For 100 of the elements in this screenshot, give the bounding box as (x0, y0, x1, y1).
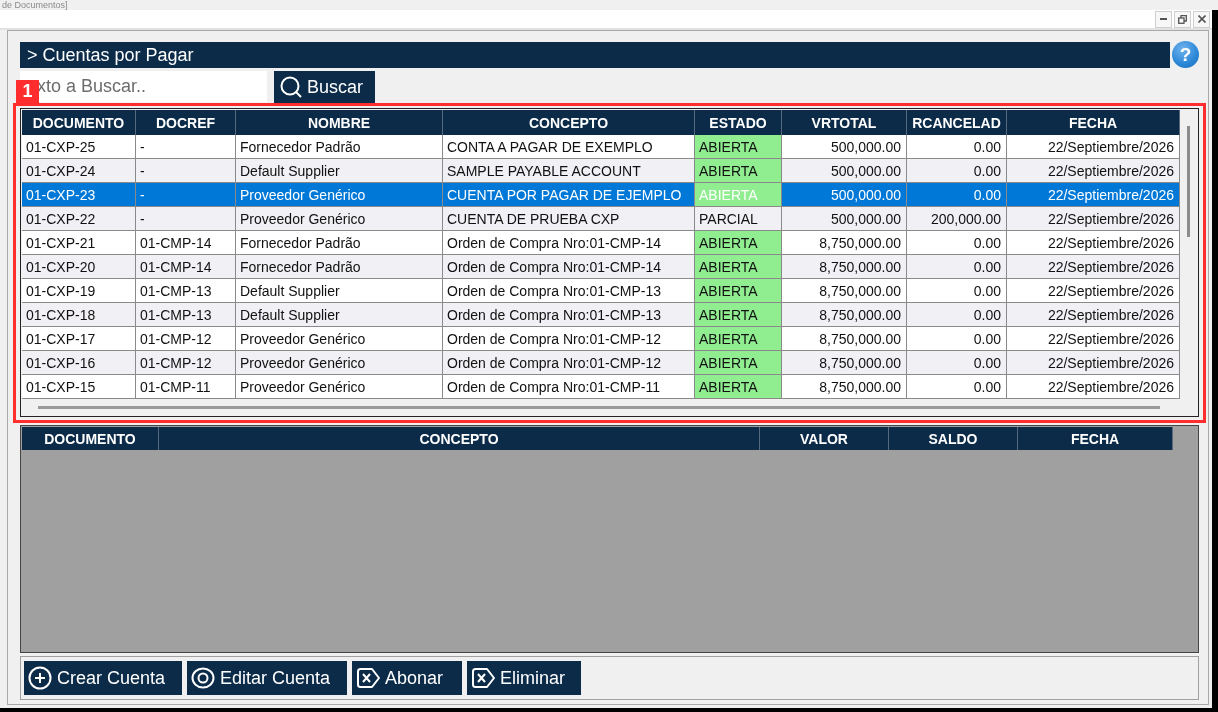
table-cell: Default Supplier (236, 159, 443, 182)
column-header[interactable]: SALDO (889, 427, 1018, 450)
table-cell: Default Supplier (236, 303, 443, 326)
column-header[interactable]: FECHA (1018, 427, 1173, 450)
table-cell: - (136, 183, 236, 206)
table-cell: 0.00 (907, 135, 1007, 158)
table-cell: 01-CXP-18 (22, 303, 136, 326)
table-cell: 0.00 (907, 351, 1007, 374)
table-cell: Proveedor Genérico (236, 327, 443, 350)
scrollbar-thumb[interactable] (1187, 126, 1190, 237)
table-row[interactable]: 01-CXP-24 - Default Supplier SAMPLE PAYABLE ACCOUNT ABIERTA 500,000.00 0.00 22/Septiembre/2026 (22, 159, 1180, 183)
plus-circle-icon (28, 666, 52, 690)
table-cell: 500,000.00 (782, 159, 907, 182)
table-cell: Default Supplier (236, 279, 443, 302)
table-cell: 8,750,000.00 (782, 255, 907, 278)
table-row[interactable]: 01-CXP-20 01-CMP-14 Fornecedor Padrão Orden de Compra Nro:01-CMP-14 ABIERTA 8,750,000.00 0.00 22/Septiembre/2026 (22, 255, 1180, 279)
status-cell: ABIERTA (695, 255, 782, 278)
table-cell: Fornecedor Padrão (236, 135, 443, 158)
table-row[interactable]: 01-CXP-22 - Proveedor Genérico CUENTA DE PRUEBA CXP PARCIAL 500,000.00 200,000.00 22/Septiembre/2026 (22, 207, 1180, 231)
status-cell: ABIERTA (695, 327, 782, 350)
status-cell: PARCIAL (695, 207, 782, 230)
column-header[interactable]: VALOR (760, 427, 889, 450)
table-cell: 500,000.00 (782, 135, 907, 158)
table-cell: - (136, 159, 236, 182)
table-row[interactable]: 01-CXP-25 - Fornecedor Padrão CONTA A PAGAR DE EXEMPLO ABIERTA 500,000.00 0.00 22/Septiembre/2026 (22, 135, 1180, 159)
table-cell: 01-CXP-22 (22, 207, 136, 230)
status-cell: ABIERTA (695, 303, 782, 326)
table-cell: 01-CMP-14 (136, 255, 236, 278)
search-button[interactable]: Buscar (274, 71, 375, 103)
action-button[interactable]: Eliminar (467, 661, 581, 695)
table-row[interactable]: 01-CXP-18 01-CMP-13 Default Supplier Orden de Compra Nro:01-CMP-13 ABIERTA 8,750,000.00 0.00 22/Septiembre/2026 (22, 303, 1180, 327)
table-row[interactable]: 01-CXP-17 01-CMP-12 Proveedor Genérico Orden de Compra Nro:01-CMP-12 ABIERTA 8,750,000.00 0.00 22/Septiembre/2026 (22, 327, 1180, 351)
table-cell: Proveedor Genérico (236, 207, 443, 230)
table-cell: 01-CXP-23 (22, 183, 136, 206)
restore-button[interactable] (1174, 10, 1191, 28)
restore-icon (1178, 14, 1187, 24)
table-cell: 01-CXP-15 (22, 375, 136, 398)
table-cell: CUENTA DE PRUEBA CXP (443, 207, 695, 230)
action-button[interactable]: Crear Cuenta (24, 661, 182, 695)
table-cell: 8,750,000.00 (782, 351, 907, 374)
table-cell: 500,000.00 (782, 207, 907, 230)
table-cell: 01-CMP-13 (136, 279, 236, 302)
table-row[interactable]: 01-CXP-19 01-CMP-13 Default Supplier Orden de Compra Nro:01-CMP-13 ABIERTA 8,750,000.00 0.00 22/Septiembre/2026 (22, 279, 1180, 303)
table-cell: 8,750,000.00 (782, 327, 907, 350)
table-cell: 01-CXP-21 (22, 231, 136, 254)
table-cell: 0.00 (907, 231, 1007, 254)
close-button[interactable] (1193, 10, 1210, 28)
table-cell: Fornecedor Padrão (236, 231, 443, 254)
table-cell: 0.00 (907, 375, 1007, 398)
callout-badge: 1 (16, 80, 39, 103)
status-cell: ABIERTA (695, 135, 782, 158)
table-cell: 01-CXP-17 (22, 327, 136, 350)
table-cell: 8,750,000.00 (782, 231, 907, 254)
table-cell: 200,000.00 (907, 207, 1007, 230)
table-cell: 500,000.00 (782, 183, 907, 206)
table-cell: 01-CXP-16 (22, 351, 136, 374)
table-cell: 0.00 (907, 327, 1007, 350)
column-header[interactable]: DOCUMENTO (22, 427, 159, 450)
table-cell: 01-CMP-11 (136, 375, 236, 398)
x-tag-icon (471, 668, 495, 688)
close-icon (1197, 15, 1206, 23)
status-cell: ABIERTA (695, 159, 782, 182)
table-cell: 01-CXP-19 (22, 279, 136, 302)
table-cell: - (136, 207, 236, 230)
search-icon (280, 76, 302, 98)
action-button[interactable]: Editar Cuenta (187, 661, 347, 695)
table-row[interactable]: 01-CXP-15 01-CMP-11 Proveedor Genérico Orden de Compra Nro:01-CMP-11 ABIERTA 8,750,000.00 0.00 22/Septiembre/2026 (22, 375, 1180, 399)
table-cell: 01-CMP-12 (136, 351, 236, 374)
table-cell: 01-CXP-20 (22, 255, 136, 278)
table-cell: 8,750,000.00 (782, 375, 907, 398)
action-button[interactable]: Abonar (352, 661, 462, 695)
table-cell: 0.00 (907, 255, 1007, 278)
status-cell: ABIERTA (695, 279, 782, 302)
table-cell: 0.00 (907, 159, 1007, 182)
minimize-button[interactable] (1155, 10, 1172, 28)
section-title: > Cuentas por Pagar (20, 41, 1170, 68)
table-row[interactable]: 01-CXP-21 01-CMP-14 Fornecedor Padrão Orden de Compra Nro:01-CMP-14 ABIERTA 8,750,000.00 0.00 22/Septiembre/2026 (22, 231, 1180, 255)
x-tag-icon (356, 668, 380, 688)
table-cell: 0.00 (907, 303, 1007, 326)
table-cell: - (136, 135, 236, 158)
table-cell: 01-CXP-24 (22, 159, 136, 182)
window-title: de Documentos] (2, 0, 68, 10)
table-cell: 01-CXP-25 (22, 135, 136, 158)
table-row[interactable]: 01-CXP-23 - Proveedor Genérico CUENTA POR PAGAR DE EJEMPLO ABIERTA 500,000.00 0.00 22/Septiembre/2026 (22, 183, 1180, 207)
column-header[interactable]: CONCEPTO (159, 427, 760, 450)
table-cell: 01-CMP-14 (136, 231, 236, 254)
scrollbar-thumb[interactable] (38, 405, 1160, 409)
table-cell: 0.00 (907, 279, 1007, 302)
table-row[interactable]: 01-CXP-16 01-CMP-12 Proveedor Genérico Orden de Compra Nro:01-CMP-12 ABIERTA 8,750,000.00 0.00 22/Septiembre/2026 (22, 351, 1180, 375)
table-cell: Proveedor Genérico (236, 183, 443, 206)
status-cell: ABIERTA (695, 375, 782, 398)
table-cell: Fornecedor Padrão (236, 255, 443, 278)
table-cell: 0.00 (907, 183, 1007, 206)
table-cell: Proveedor Genérico (236, 375, 443, 398)
table-cell: 01-CMP-12 (136, 327, 236, 350)
table-cell: 8,750,000.00 (782, 303, 907, 326)
status-cell: ABIERTA (695, 231, 782, 254)
table-cell: 8,750,000.00 (782, 279, 907, 302)
table-cell: 01-CMP-13 (136, 303, 236, 326)
minimize-icon (1160, 18, 1167, 20)
